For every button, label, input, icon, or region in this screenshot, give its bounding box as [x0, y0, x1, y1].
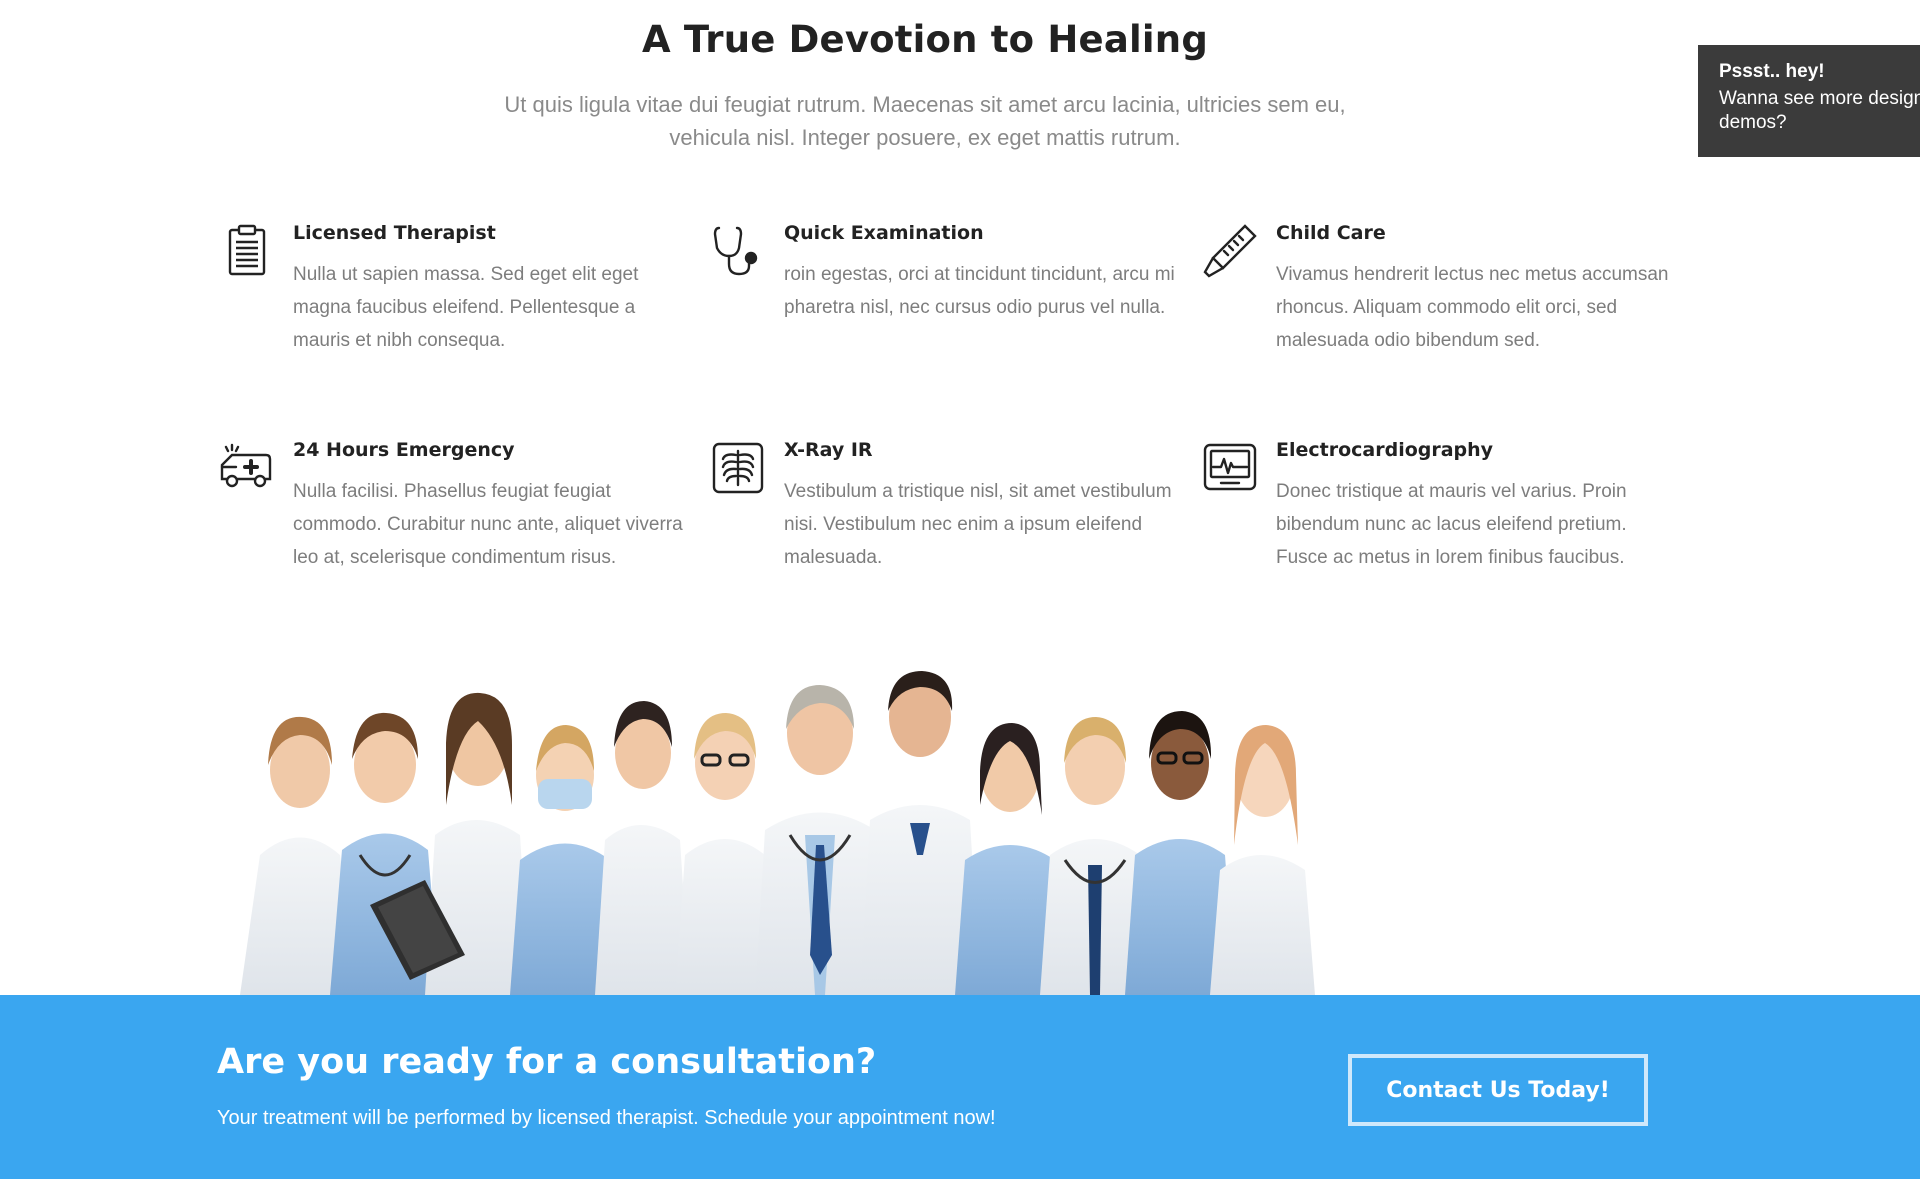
cta-section: Are you ready for a consultation? Your t… [0, 995, 1920, 1179]
clipboard-icon [218, 222, 276, 280]
cta-title: Are you ready for a consultation? [217, 1042, 877, 1082]
feature-text: Vestibulum a tristique nisl, sit amet ve… [784, 481, 1172, 568]
feature-title: X-Ray IR [784, 439, 873, 461]
feature-text: Nulla facilisi. Phasellus feugiat feugia… [293, 481, 683, 568]
promo-body: Wanna see more designs and demos? [1719, 88, 1920, 133]
section-subtitle: Ut quis ligula vitae dui feugiat rutrum.… [504, 92, 1346, 150]
xray-icon [709, 439, 767, 497]
medical-team-image [220, 655, 1630, 995]
stethoscope-icon [709, 222, 767, 280]
feature-title: 24 Hours Emergency [293, 439, 515, 461]
feature-text: Vivamus hendrerit lectus nec metus accum… [1276, 264, 1669, 351]
promo-heading: Pssst.. hey! [1719, 61, 1825, 82]
feature-title: Licensed Therapist [293, 222, 496, 244]
feature-text: roin egestas, orci at tincidunt tincidun… [784, 264, 1175, 318]
feature-title: Child Care [1276, 222, 1386, 244]
feature-title: Electrocardiography [1276, 439, 1494, 461]
feature-text: Donec tristique at mauris vel varius. Pr… [1276, 481, 1627, 568]
page: A True Devotion to Healing Ut quis ligul… [0, 0, 1920, 1179]
feature-text: Nulla ut sapien massa. Sed eget elit ege… [293, 264, 639, 351]
ambulance-icon [218, 439, 276, 497]
section-title: A True Devotion to Healing [641, 18, 1209, 61]
cta-text: Your treatment will be performed by lice… [217, 1107, 996, 1129]
contact-us-button[interactable]: Contact Us Today! [1348, 1054, 1648, 1126]
ecg-monitor-icon [1201, 439, 1259, 497]
promo-popup[interactable]: Pssst.. hey! Wanna see more designs and … [1698, 45, 1920, 157]
thermometer-icon [1201, 222, 1259, 280]
feature-title: Quick Examination [784, 222, 984, 244]
